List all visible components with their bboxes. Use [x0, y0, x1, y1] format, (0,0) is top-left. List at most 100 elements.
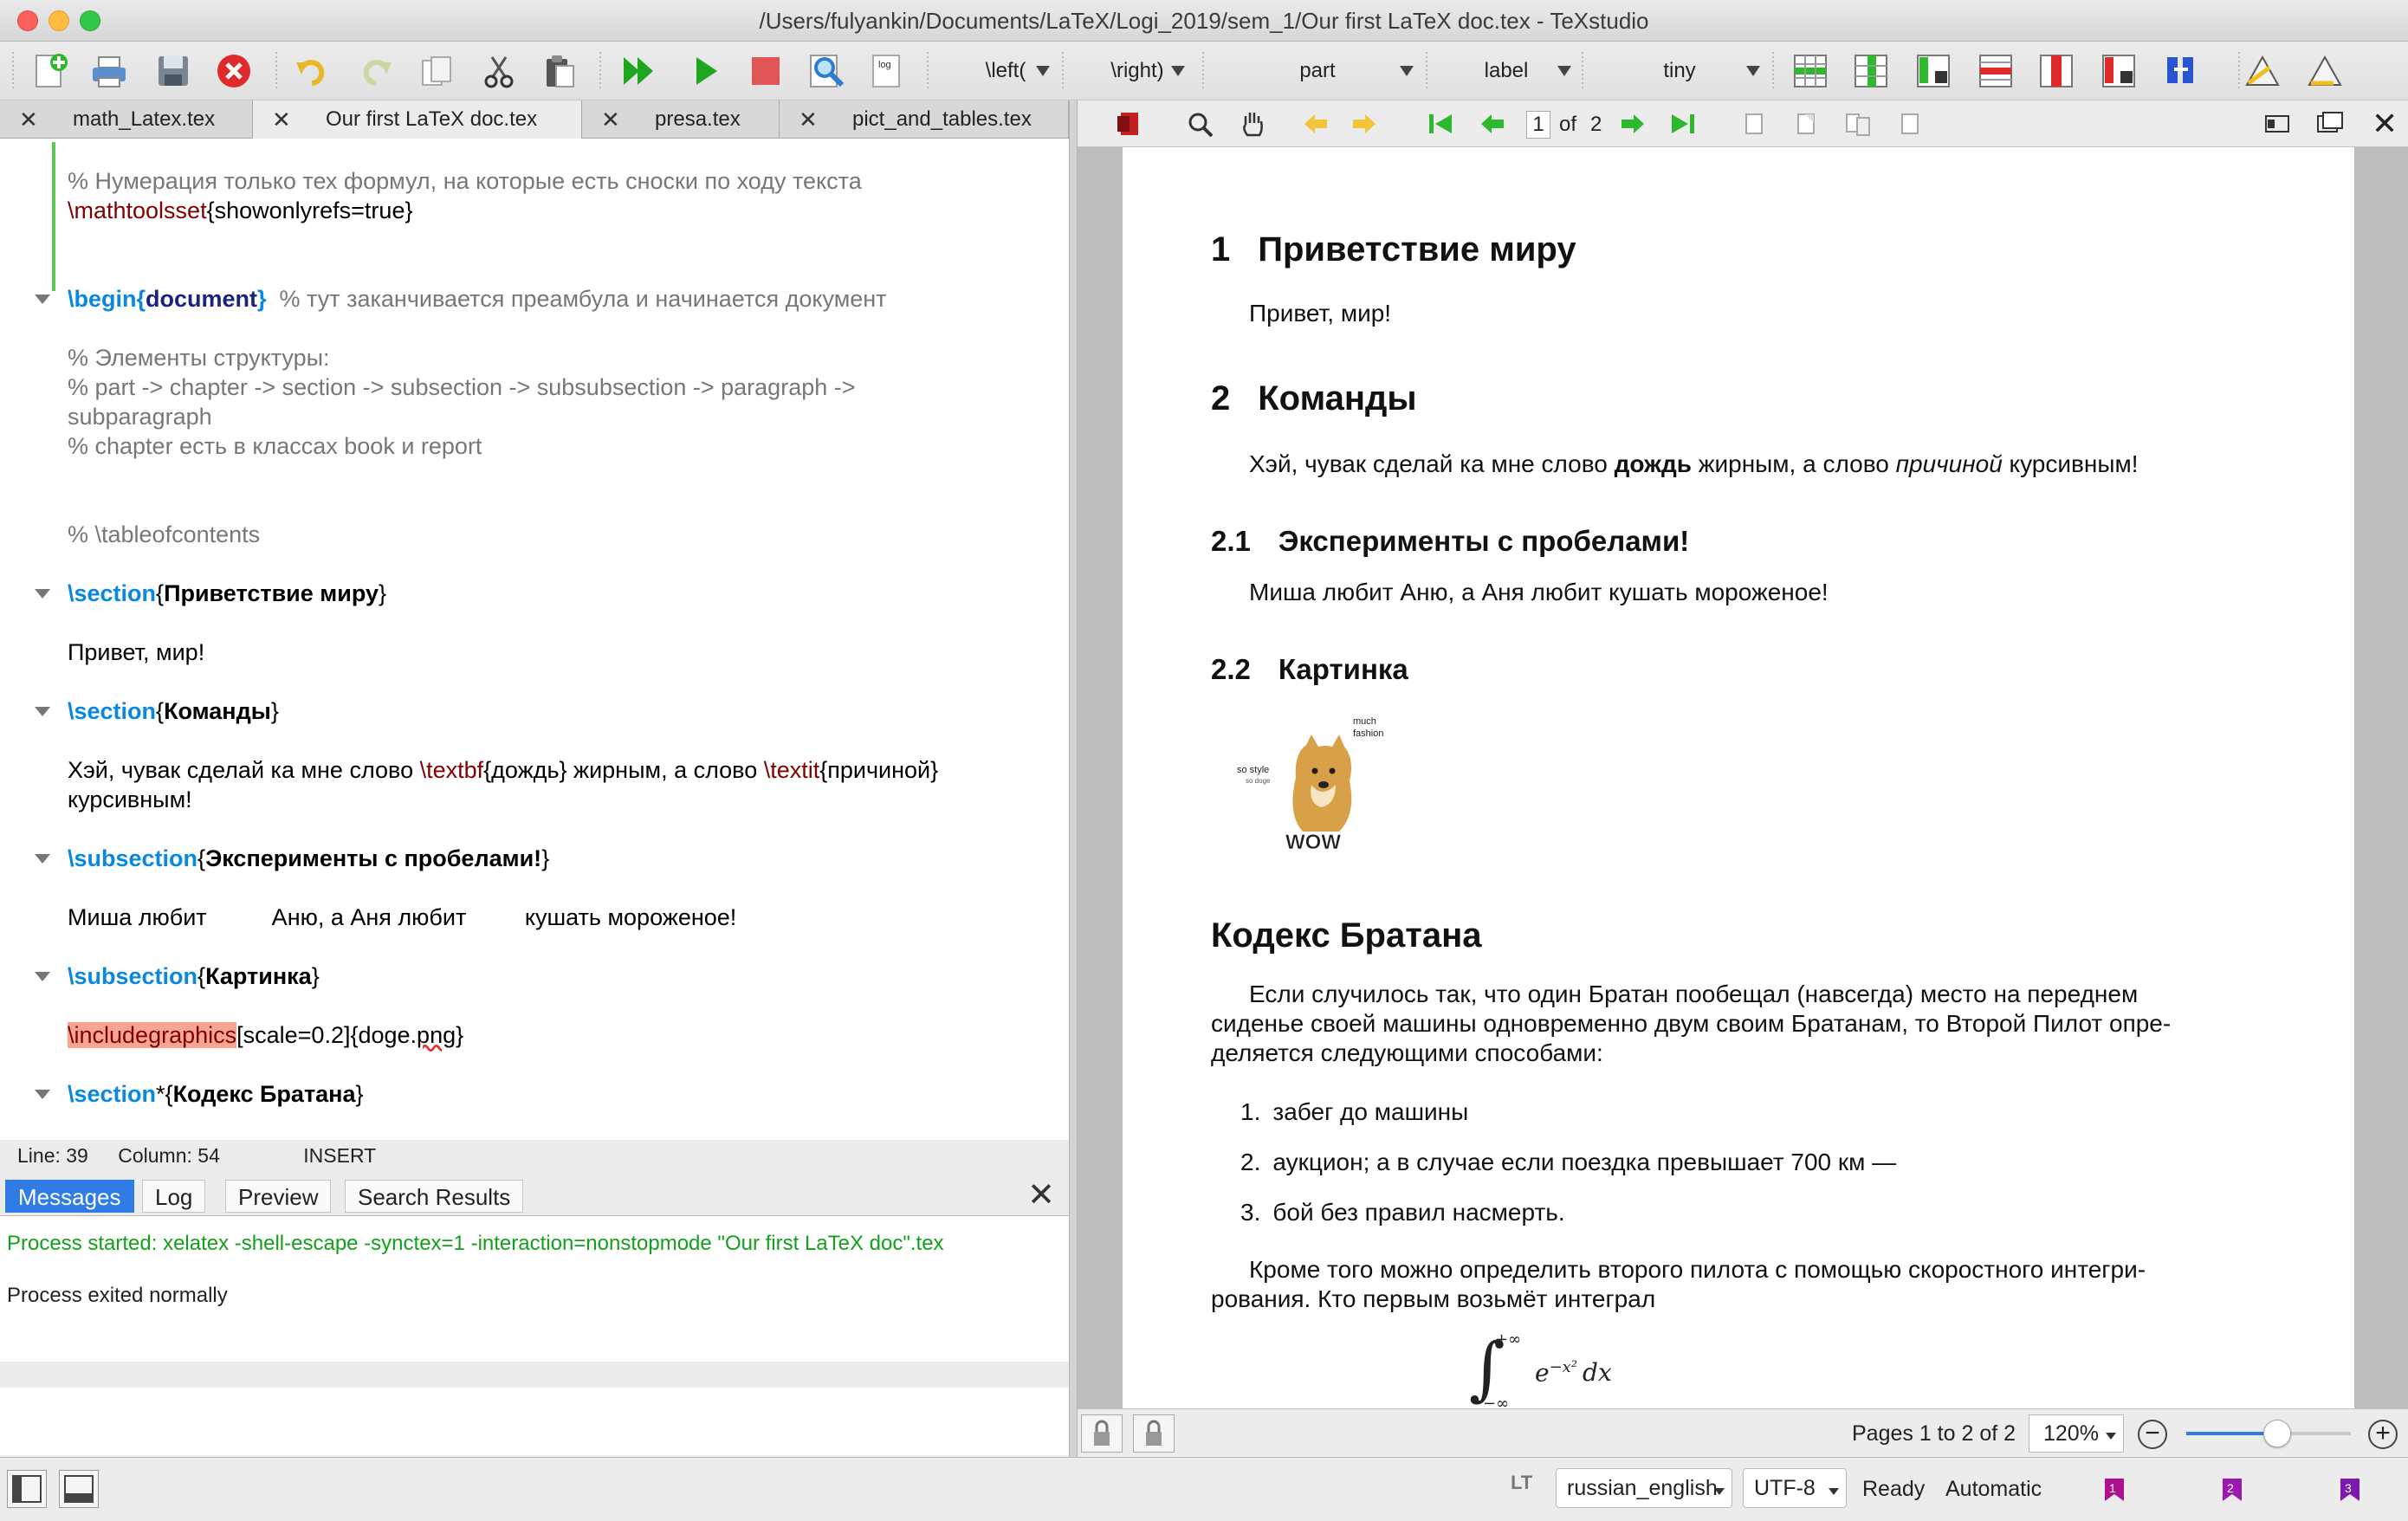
encoding-combo[interactable]: UTF-8 [1743, 1468, 1847, 1508]
code-line: \includegraphics[scale=0.2]{doge.png} [68, 1020, 463, 1050]
page-number-input[interactable]: 1 [1526, 111, 1550, 139]
fold-arrow-icon[interactable] [35, 707, 50, 716]
stop-compile-icon[interactable] [745, 50, 786, 92]
sectioning-label: part [1299, 59, 1336, 82]
languagetool-icon[interactable]: LT [1511, 1472, 1532, 1494]
tab-preview[interactable]: Preview [225, 1180, 332, 1213]
table-align-icon[interactable] [2160, 50, 2202, 92]
view-pdf-icon[interactable] [806, 50, 847, 92]
hand-tool-icon[interactable] [1239, 109, 1266, 143]
fold-arrow-icon[interactable] [35, 972, 50, 981]
list-item: 2. аукцион; а в случае если поездка превы… [1240, 1149, 1896, 1176]
fit-width-icon[interactable] [1897, 111, 1923, 141]
zoom-value: 120% [2043, 1421, 2099, 1446]
cut-icon[interactable] [478, 50, 520, 92]
bookmark-2-icon[interactable]: 2 [2217, 1475, 2247, 1509]
tab-presa[interactable]: ✕ presa.tex [582, 100, 780, 139]
compile-mode-status: Automatic [1945, 1477, 2042, 1501]
last-page-icon[interactable] [1670, 113, 1696, 139]
close-panel-icon[interactable]: ✕ [1027, 1178, 1055, 1213]
toggle-structure-icon[interactable] [7, 1470, 47, 1508]
tab-pict-and-tables[interactable]: ✕ pict_and_tables.tex [780, 100, 1069, 139]
pdf-doc-icon[interactable] [1116, 111, 1142, 141]
references-combo[interactable]: label [1441, 54, 1571, 88]
view-log-icon[interactable]: log [866, 50, 908, 92]
print-icon[interactable] [88, 50, 130, 92]
fold-arrow-icon[interactable] [35, 1090, 50, 1099]
table-delete-column-icon[interactable] [2036, 50, 2077, 92]
search-icon[interactable] [1187, 111, 1214, 143]
copy-document-icon[interactable] [416, 50, 457, 92]
languagetool-label: LT [1511, 1472, 1533, 1493]
previous-page-icon[interactable] [1479, 113, 1505, 139]
chevron-down-icon [1400, 66, 1414, 76]
editor-tab-bar: ✕ math_Latex.tex ✕ Our first LaTeX doc.t… [0, 100, 1069, 139]
undo-icon[interactable] [291, 50, 333, 92]
zoom-out-icon[interactable]: − [2138, 1420, 2167, 1449]
tab-our-first-latex-doc[interactable]: ✕ Our first LaTeX doc.tex [253, 100, 582, 139]
language-combo[interactable]: russian_english [1556, 1468, 1732, 1508]
list-text: забег до машины [1272, 1098, 1469, 1125]
window-mode-icon[interactable] [2316, 111, 2344, 139]
tab-messages[interactable]: Messages [5, 1180, 134, 1213]
first-page-icon[interactable] [1427, 113, 1453, 139]
pdf-toolbar: 1 of 2 ✕ [1078, 100, 2408, 147]
save-icon[interactable] [152, 50, 194, 92]
pane-splitter[interactable] [1069, 100, 1078, 1457]
right-delimiter-combo[interactable]: \right) [1090, 54, 1185, 88]
table-add-column-icon[interactable] [1850, 50, 1892, 92]
messages-tab-bar: Messages Log Preview Search Results ✕ [0, 1175, 1069, 1216]
toolbar-separator [1426, 52, 1427, 90]
code-editor[interactable]: % Нумерация только тех формул, на которы… [0, 139, 1069, 1140]
zoom-slider[interactable] [2186, 1420, 2351, 1447]
close-document-icon[interactable] [213, 50, 255, 92]
continuous-view-icon[interactable] [1793, 111, 1819, 141]
bookmark-1-icon[interactable]: 1 [2100, 1475, 2129, 1509]
close-tab-icon[interactable]: ✕ [272, 107, 296, 133]
code-line: \section{Приветствие миру} [68, 580, 387, 606]
fold-arrow-icon[interactable] [35, 294, 50, 304]
font-size-combo[interactable]: tiny [1599, 54, 1760, 88]
left-delimiter-combo[interactable]: \left( [961, 54, 1050, 88]
table-add-row-icon[interactable] [1790, 50, 1831, 92]
build-and-view-icon[interactable] [618, 50, 660, 92]
fold-arrow-icon[interactable] [35, 589, 50, 599]
close-tab-icon[interactable]: ✕ [19, 107, 43, 133]
close-pdf-viewer-icon[interactable]: ✕ [2372, 106, 2398, 142]
toggle-messages-icon[interactable] [59, 1470, 99, 1508]
code-argument: Приветствие миру [164, 580, 379, 606]
zoom-slider-handle[interactable] [2262, 1420, 2291, 1447]
tab-math-latex[interactable]: ✕ math_Latex.tex [0, 100, 253, 139]
sync-lock-icon[interactable] [1081, 1414, 1123, 1453]
code-line: \section{Команды} [68, 698, 279, 724]
close-tab-icon[interactable]: ✕ [799, 107, 823, 133]
forward-icon[interactable] [1351, 113, 1377, 139]
back-icon[interactable] [1303, 113, 1329, 139]
ready-status: Ready [1862, 1477, 1926, 1501]
pdf-viewer[interactable]: 1 Приветствие миру Привет, мир! 2 Команды … [1078, 147, 2408, 1408]
single-page-view-icon[interactable] [1741, 111, 1767, 141]
compile-icon[interactable] [684, 50, 726, 92]
warning-triangle-icon[interactable] [2242, 50, 2283, 92]
tab-log[interactable]: Log [142, 1180, 206, 1213]
fold-arrow-icon[interactable] [35, 854, 50, 864]
code-line: курсивным! [68, 785, 192, 814]
tab-search-results[interactable]: Search Results [345, 1180, 524, 1213]
bookmark-3-icon[interactable]: 3 [2335, 1475, 2365, 1509]
next-page-icon[interactable] [1620, 113, 1646, 139]
redo-icon[interactable] [355, 50, 397, 92]
table-remove-cell-icon[interactable] [2098, 50, 2139, 92]
two-page-view-icon[interactable] [1845, 111, 1871, 141]
table-insert-cell-icon[interactable] [1913, 50, 1954, 92]
zoom-combo[interactable]: 120% [2029, 1414, 2124, 1453]
close-tab-icon[interactable]: ✕ [601, 107, 625, 133]
table-delete-row-icon[interactable] [1975, 50, 2016, 92]
bad-box-triangle-icon[interactable] [2304, 50, 2346, 92]
sync-unlock-icon[interactable] [1133, 1414, 1175, 1453]
paste-icon[interactable] [539, 50, 580, 92]
main-toolbar: log \left( \right) part label tiny [0, 42, 2408, 100]
zoom-in-icon[interactable]: + [2368, 1420, 2398, 1449]
sectioning-combo[interactable]: part [1221, 54, 1414, 88]
embedded-view-icon[interactable] [2264, 113, 2290, 139]
new-file-icon[interactable] [29, 50, 71, 92]
